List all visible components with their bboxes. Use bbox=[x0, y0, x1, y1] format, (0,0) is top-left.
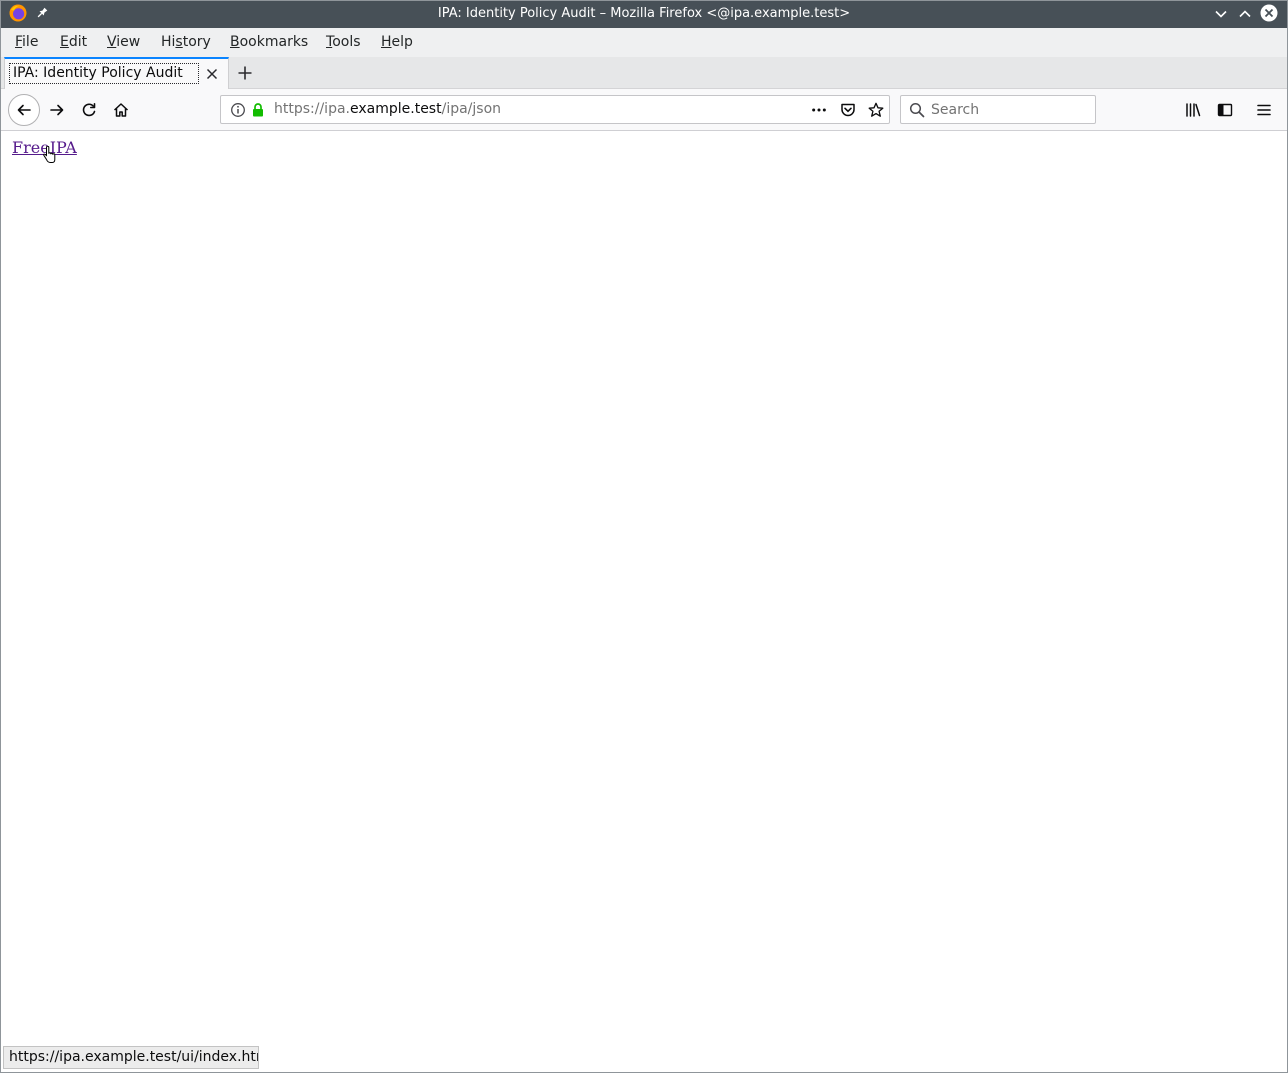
menu-edit[interactable]: Edit bbox=[58, 28, 89, 57]
pocket-icon[interactable] bbox=[840, 102, 856, 118]
search-box[interactable] bbox=[900, 95, 1096, 124]
menu-file[interactable]: File bbox=[13, 28, 40, 57]
tab-label: IPA: Identity Policy Audit bbox=[9, 63, 199, 84]
reload-icon[interactable] bbox=[81, 102, 97, 118]
menu-bookmarks[interactable]: Bookmarks bbox=[228, 28, 310, 57]
menu-view[interactable]: View bbox=[105, 28, 142, 57]
status-link-preview: https://ipa.example.test/ui/index.html bbox=[3, 1046, 259, 1069]
menu-tools[interactable]: Tools bbox=[324, 28, 363, 57]
search-input[interactable] bbox=[931, 97, 1087, 122]
library-icon[interactable] bbox=[1185, 102, 1201, 118]
tab-selected[interactable]: IPA: Identity Policy Audit bbox=[4, 57, 229, 89]
tab-close-icon[interactable] bbox=[204, 66, 220, 82]
back-button[interactable] bbox=[8, 94, 40, 126]
home-icon[interactable] bbox=[113, 102, 129, 118]
search-icon bbox=[909, 102, 925, 118]
url-path: /ipa/json bbox=[441, 101, 502, 117]
browser-window: IPA: Identity Policy Audit – Mozilla Fir… bbox=[0, 0, 1288, 1073]
menu-help[interactable]: Help bbox=[379, 28, 415, 57]
title-bar: IPA: Identity Policy Audit – Mozilla Fir… bbox=[1, 1, 1287, 28]
more-dots-icon[interactable] bbox=[811, 102, 827, 118]
url-prefix: https://ipa. bbox=[274, 101, 350, 117]
sidebar-icon[interactable] bbox=[1217, 102, 1233, 118]
lock-icon[interactable] bbox=[250, 102, 266, 118]
back-arrow-icon bbox=[17, 104, 31, 116]
hand-cursor-icon bbox=[43, 146, 56, 163]
forward-arrow-icon[interactable] bbox=[49, 102, 65, 118]
minimize-chevron-icon[interactable] bbox=[1214, 7, 1228, 21]
page-content: FreeIPA bbox=[1, 131, 1287, 1072]
window-title: IPA: Identity Policy Audit – Mozilla Fir… bbox=[437, 6, 851, 21]
info-icon[interactable] bbox=[230, 102, 246, 118]
maximize-chevron-icon[interactable] bbox=[1238, 7, 1252, 21]
url-text[interactable]: https://ipa.example.test/ipa/json bbox=[274, 96, 501, 123]
menu-history[interactable]: History bbox=[159, 28, 213, 57]
menu-bar: File Edit View History Bookmarks Tools H… bbox=[1, 28, 1287, 57]
url-domain: example.test bbox=[350, 101, 442, 117]
navigation-toolbar: https://ipa.example.test/ipa/json bbox=[1, 89, 1287, 131]
close-icon[interactable] bbox=[1260, 4, 1278, 22]
bookmark-star-icon[interactable] bbox=[868, 102, 884, 118]
hamburger-menu-icon[interactable] bbox=[1256, 102, 1272, 118]
address-bar[interactable]: https://ipa.example.test/ipa/json bbox=[220, 95, 890, 124]
tab-strip: IPA: Identity Policy Audit bbox=[1, 57, 1287, 89]
new-tab-plus-icon[interactable] bbox=[237, 65, 253, 81]
